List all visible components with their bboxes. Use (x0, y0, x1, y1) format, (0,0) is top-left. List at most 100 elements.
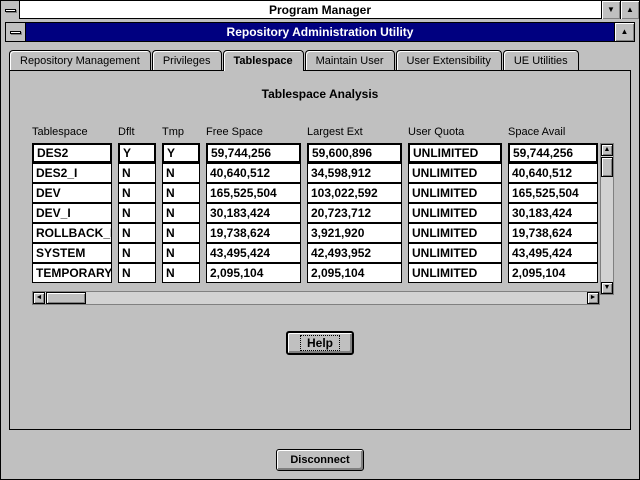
column-header-dflt: Dflt (118, 126, 156, 138)
table-cell[interactable]: DEV_I (32, 203, 112, 223)
panel-heading: Tablespace Analysis (10, 87, 630, 101)
table-cell[interactable]: 19,738,624 (508, 223, 598, 243)
vertical-scrollbar-thumb[interactable] (601, 157, 613, 177)
table-row: SYSTEM NN 43,495,424 42,493,952 UNLIMITED 43,… (32, 243, 598, 263)
program-manager-control-menu-button[interactable] (1, 1, 20, 19)
scroll-left-button[interactable]: ◄ (33, 292, 45, 304)
window-control-menu-icon (10, 31, 21, 34)
table-cell[interactable]: Y (118, 143, 156, 163)
tab-user-extensibility[interactable]: User Extensibility (396, 50, 502, 70)
table-cell[interactable]: 34,598,912 (307, 163, 402, 183)
table-row: DES2 YY 59,744,256 59,600,896 UNLIMITED 59,74… (32, 143, 598, 163)
table-cell[interactable]: 30,183,424 (206, 203, 301, 223)
table-cell[interactable]: 2,095,104 (206, 263, 301, 283)
tab-ue-utilities[interactable]: UE Utilities (503, 50, 579, 70)
table-cell[interactable]: DEV (32, 183, 112, 203)
horizontal-scrollbar[interactable]: ◄ ► (32, 291, 600, 305)
window-title: Repository Administration Utility (6, 23, 634, 41)
table-cell[interactable]: DES2_I (32, 163, 112, 183)
table-row: DES2_I NN 40,640,512 34,598,912 UNLIMITED 40,… (32, 163, 598, 183)
table-cell[interactable]: UNLIMITED (408, 243, 502, 263)
tablespace-grid: DES2 YY 59,744,256 59,600,896 UNLIMITED 59,74… (32, 143, 598, 283)
window-maximize-icon: ▲ (621, 27, 629, 36)
table-cell[interactable]: UNLIMITED (408, 263, 502, 283)
app-window: Repository Administration Utility ▲ Repo… (1, 22, 639, 480)
column-header-space-avail: Space Avail (508, 126, 598, 138)
table-cell[interactable]: UNLIMITED (408, 183, 502, 203)
maximize-icon: ▲ (626, 5, 634, 14)
vertical-scrollbar[interactable]: ▲ ▼ (600, 143, 614, 295)
table-cell[interactable]: 20,723,712 (307, 203, 402, 223)
tablespace-panel: Tablespace Analysis Tablespace Dflt Tmp Fre… (9, 70, 631, 430)
column-header-free-space: Free Space (206, 126, 301, 138)
table-cell[interactable]: UNLIMITED (408, 143, 502, 163)
table-cell[interactable]: UNLIMITED (408, 163, 502, 183)
table-cell[interactable]: SYSTEM (32, 243, 112, 263)
table-row: DEV_I NN 30,183,424 20,723,712 UNLIMITED 30,1… (32, 203, 598, 223)
maximize-button[interactable]: ▲ (620, 1, 639, 19)
tab-privileges[interactable]: Privileges (152, 50, 222, 70)
table-cell[interactable]: 42,493,952 (307, 243, 402, 263)
column-header-tmp: Tmp (162, 126, 200, 138)
table-cell[interactable]: 19,738,624 (206, 223, 301, 243)
table-cell[interactable]: 59,744,256 (206, 143, 301, 163)
table-cell[interactable]: 3,921,920 (307, 223, 402, 243)
program-manager-titlebar: Program Manager ▼ ▲ (1, 1, 639, 19)
scroll-right-icon: ► (590, 294, 597, 301)
table-cell[interactable]: N (118, 263, 156, 283)
table-cell[interactable]: 2,095,104 (307, 263, 402, 283)
horizontal-scrollbar-thumb[interactable] (46, 292, 86, 304)
table-cell[interactable]: N (162, 203, 200, 223)
footer: Disconnect (1, 449, 639, 471)
table-cell[interactable]: UNLIMITED (408, 223, 502, 243)
table-cell[interactable]: N (118, 243, 156, 263)
table-cell[interactable]: 103,022,592 (307, 183, 402, 203)
help-button-label: Help (301, 336, 339, 350)
table-cell[interactable]: 165,525,504 (206, 183, 301, 203)
table-cell[interactable]: DES2 (32, 143, 112, 163)
table-row: TEMPORARY NN 2,095,104 2,095,104 UNLIMITED 2,… (32, 263, 598, 283)
column-header-tablespace: Tablespace (32, 126, 112, 138)
table-cell[interactable]: 43,495,424 (508, 243, 598, 263)
scroll-down-button[interactable]: ▼ (601, 282, 613, 294)
help-button[interactable]: Help (286, 331, 354, 355)
table-cell[interactable]: 59,600,896 (307, 143, 402, 163)
app-titlebar: Repository Administration Utility ▲ (5, 22, 635, 42)
table-cell[interactable]: 40,640,512 (206, 163, 301, 183)
table-cell[interactable]: N (118, 223, 156, 243)
window-control-menu-button[interactable] (6, 23, 26, 41)
table-header-row: TablespaceDfltTmpFree SpaceLargest ExtUs… (32, 126, 598, 138)
table-cell[interactable]: UNLIMITED (408, 203, 502, 223)
table-row: ROLLBACK_D NN 19,738,624 3,921,920 UNLIMITED… (32, 223, 598, 243)
table-cell[interactable]: 43,495,424 (206, 243, 301, 263)
window-maximize-button[interactable]: ▲ (614, 23, 634, 41)
table-row: DEV NN 165,525,504 103,022,592 UNLIMITED 165,… (32, 183, 598, 203)
table-cell[interactable]: N (162, 243, 200, 263)
table-cell[interactable]: Y (162, 143, 200, 163)
table-cell[interactable]: 30,183,424 (508, 203, 598, 223)
table-cell[interactable]: 59,744,256 (508, 143, 598, 163)
table-cell[interactable]: N (162, 163, 200, 183)
disconnect-button[interactable]: Disconnect (276, 449, 364, 471)
table-cell[interactable]: N (118, 203, 156, 223)
table-cell[interactable]: N (162, 263, 200, 283)
scroll-down-icon: ▼ (604, 284, 611, 291)
control-menu-icon (5, 9, 16, 12)
table-cell[interactable]: 2,095,104 (508, 263, 598, 283)
table-cell[interactable]: N (162, 183, 200, 203)
tab-tablespace[interactable]: Tablespace (223, 50, 304, 71)
scroll-up-button[interactable]: ▲ (601, 144, 613, 156)
tab-maintain-user[interactable]: Maintain User (305, 50, 395, 70)
program-manager-title: Program Manager (1, 1, 639, 19)
table-cell[interactable]: N (118, 163, 156, 183)
scroll-right-button[interactable]: ► (587, 292, 599, 304)
table-cell[interactable]: N (118, 183, 156, 203)
table-cell[interactable]: 165,525,504 (508, 183, 598, 203)
table-cell[interactable]: 40,640,512 (508, 163, 598, 183)
table-cell[interactable]: TEMPORARY (32, 263, 112, 283)
table-cell[interactable]: N (162, 223, 200, 243)
column-header-user-quota: User Quota (408, 126, 502, 138)
minimize-button[interactable]: ▼ (601, 1, 620, 19)
tab-repository-management[interactable]: Repository Management (9, 50, 151, 70)
table-cell[interactable]: ROLLBACK_D (32, 223, 112, 243)
